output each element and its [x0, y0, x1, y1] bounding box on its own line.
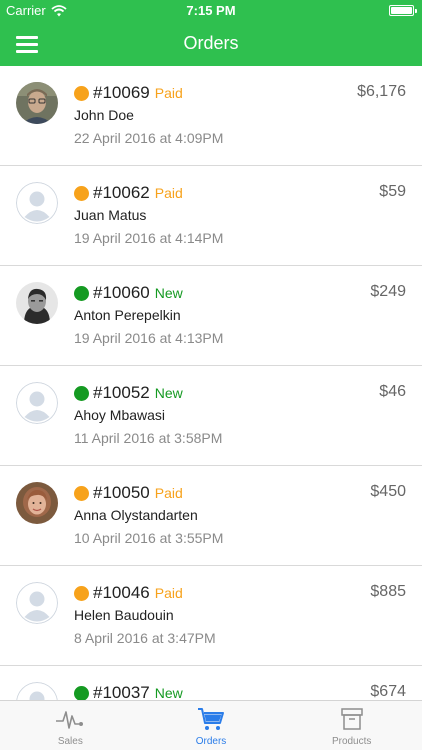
order-amount: $674 [370, 683, 406, 700]
avatar [16, 482, 58, 524]
tab-sales[interactable]: Sales [0, 701, 141, 750]
order-heading: #10060 New [74, 282, 183, 304]
order-date: 11 April 2016 at 3:58PM [74, 430, 223, 446]
status-dot-icon [74, 585, 89, 601]
order-amount: $46 [379, 383, 406, 400]
tab-label: Orders [195, 736, 227, 747]
avatar [16, 382, 58, 424]
order-heading: #10046 Paid [74, 582, 183, 604]
status-badge: New [154, 385, 183, 401]
cart-icon [196, 706, 226, 732]
order-row[interactable]: #10050 Paid Anna Olystandarten 10 April … [0, 466, 422, 566]
tab-label: Products [331, 736, 372, 747]
customer-name: Juan Matus [74, 207, 147, 223]
customer-name: Anton Perepelkin [74, 307, 181, 323]
order-row[interactable]: #10046 Paid Helen Baudouin 8 April 2016 … [0, 566, 422, 666]
customer-name: Anna Olystandarten [74, 507, 198, 523]
status-badge: New [154, 285, 183, 301]
order-heading: #10062 Paid [74, 182, 183, 204]
avatar [16, 282, 58, 324]
order-number: #10052 [93, 383, 150, 402]
tab-bar: Sales Orders Products [0, 700, 422, 750]
order-heading: #10037 New [74, 682, 183, 700]
avatar [16, 582, 58, 624]
order-date: 19 April 2016 at 4:14PM [74, 230, 224, 246]
tab-orders[interactable]: Orders [141, 701, 282, 750]
customer-name: John Doe [74, 107, 134, 123]
status-badge: Paid [154, 485, 183, 501]
tab-label: Sales [57, 736, 83, 747]
customer-name: Ahoy Mbawasi [74, 407, 166, 423]
order-row[interactable]: #10060 New Anton Perepelkin 19 April 201… [0, 266, 422, 366]
order-row[interactable]: #10069 Paid John Doe 22 April 2016 at 4:… [0, 66, 422, 166]
order-heading: #10069 Paid [74, 82, 183, 104]
status-badge: Paid [154, 185, 183, 201]
avatar [16, 82, 58, 124]
status-dot-icon [74, 685, 89, 700]
status-dot-icon [74, 85, 89, 101]
order-number: #10060 [93, 283, 150, 302]
order-number: #10046 [93, 583, 150, 602]
app-header: Carrier 7:15 PM Orders [0, 0, 422, 66]
nav-bar: Orders [0, 22, 422, 66]
order-row[interactable]: #10052 New Ahoy Mbawasi 11 April 2016 at… [0, 366, 422, 466]
status-badge: New [154, 685, 183, 700]
order-date: 22 April 2016 at 4:09PM [74, 130, 224, 146]
order-amount: $6,176 [357, 83, 406, 100]
status-bar: Carrier 7:15 PM [0, 0, 422, 22]
order-row[interactable]: #10062 Paid Juan Matus 19 April 2016 at … [0, 166, 422, 266]
pulse-icon [55, 706, 85, 732]
order-date: 8 April 2016 at 3:47PM [74, 630, 216, 646]
order-row[interactable]: #10037 New $674 [0, 666, 422, 700]
order-heading: #10052 New [74, 382, 183, 404]
order-amount: $450 [370, 483, 406, 500]
status-dot-icon [74, 285, 89, 301]
avatar [16, 182, 58, 224]
order-number: #10050 [93, 483, 150, 502]
page-title: Orders [183, 33, 239, 53]
order-number: #10062 [93, 183, 150, 202]
status-dot-icon [74, 485, 89, 501]
order-date: 19 April 2016 at 4:13PM [74, 330, 224, 346]
status-time: 7:15 PM [186, 3, 236, 18]
order-date: 10 April 2016 at 3:55PM [74, 530, 224, 546]
status-badge: Paid [154, 585, 183, 601]
box-icon [337, 706, 367, 732]
order-number: #10069 [93, 83, 150, 102]
order-amount: $249 [370, 283, 406, 300]
status-dot-icon [74, 185, 89, 201]
status-dot-icon [74, 385, 89, 401]
tab-products[interactable]: Products [281, 701, 422, 750]
order-number: #10037 [93, 683, 150, 700]
customer-name: Helen Baudouin [74, 607, 174, 623]
order-heading: #10050 Paid [74, 482, 183, 504]
order-amount: $59 [379, 183, 406, 200]
status-badge: Paid [154, 85, 183, 101]
order-amount: $885 [370, 583, 406, 600]
battery-icon [389, 5, 417, 16]
order-list[interactable]: #10069 Paid John Doe 22 April 2016 at 4:… [0, 66, 422, 700]
avatar [16, 682, 58, 700]
